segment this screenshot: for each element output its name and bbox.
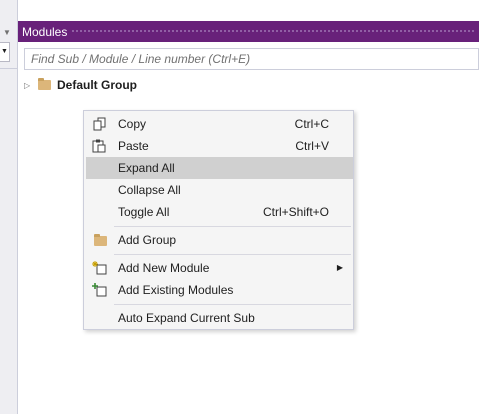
- menu-item-add-new-module[interactable]: Add New Module ▶: [86, 257, 353, 279]
- tree-item-label: Default Group: [57, 78, 137, 92]
- menu-item-label: Collapse All: [118, 183, 181, 197]
- panel-dropdown-arrow-icon[interactable]: ▼: [3, 28, 11, 37]
- menu-item-label: Expand All: [118, 161, 175, 175]
- tree-item-default-group[interactable]: ▷ Default Group: [24, 77, 137, 93]
- menu-item-label: Toggle All: [118, 205, 170, 219]
- menu-item-label: Copy: [118, 117, 147, 131]
- search-box[interactable]: [24, 48, 479, 70]
- left-panel-dropdown[interactable]: ▼: [0, 42, 10, 62]
- menu-separator: [114, 304, 351, 305]
- add-existing-module-icon: [92, 283, 108, 297]
- menu-item-shortcut: Ctrl+Shift+O: [262, 205, 329, 219]
- menu-item-label: Auto Expand Current Sub: [118, 311, 255, 325]
- folder-icon: [92, 233, 108, 247]
- titlebar-grip[interactable]: [71, 29, 475, 34]
- submenu-arrow-icon: ▶: [336, 263, 343, 272]
- paste-icon: [92, 139, 108, 153]
- menu-item-paste[interactable]: Paste Ctrl+V: [86, 135, 353, 157]
- search-input[interactable]: [25, 49, 478, 69]
- left-side-panel: ▼ ▼: [0, 0, 18, 414]
- menu-item-shortcut: Ctrl+V: [295, 139, 329, 153]
- copy-icon: [92, 117, 108, 131]
- menu-item-add-group[interactable]: Add Group: [86, 229, 353, 251]
- menu-item-shortcut: Ctrl+C: [294, 117, 329, 131]
- menu-item-collapse-all[interactable]: Collapse All: [86, 179, 353, 201]
- menu-separator: [114, 254, 351, 255]
- menu-item-label: Add Group: [118, 233, 177, 247]
- expand-arrow-icon[interactable]: ▷: [24, 81, 36, 90]
- menu-item-label: Paste: [118, 139, 149, 153]
- divider: [0, 68, 17, 69]
- menu-item-auto-expand-current-sub[interactable]: Auto Expand Current Sub: [86, 307, 353, 329]
- panel-title: Modules: [22, 24, 68, 39]
- menu-item-copy[interactable]: Copy Ctrl+C: [86, 113, 353, 135]
- panel-titlebar[interactable]: Modules: [18, 21, 479, 42]
- menu-item-expand-all[interactable]: Expand All: [86, 157, 353, 179]
- menu-item-label: Add Existing Modules: [118, 283, 234, 297]
- menu-item-label: Add New Module: [118, 261, 210, 275]
- menu-item-add-existing-modules[interactable]: Add Existing Modules: [86, 279, 353, 301]
- context-menu: Copy Ctrl+C Paste Ctrl+V Expand All Coll…: [83, 110, 354, 330]
- dropdown-chevron-icon: ▼: [1, 48, 8, 55]
- menu-separator: [114, 226, 351, 227]
- new-module-icon: [92, 261, 108, 275]
- folder-icon: [38, 78, 51, 90]
- menu-item-toggle-all[interactable]: Toggle All Ctrl+Shift+O: [86, 201, 353, 223]
